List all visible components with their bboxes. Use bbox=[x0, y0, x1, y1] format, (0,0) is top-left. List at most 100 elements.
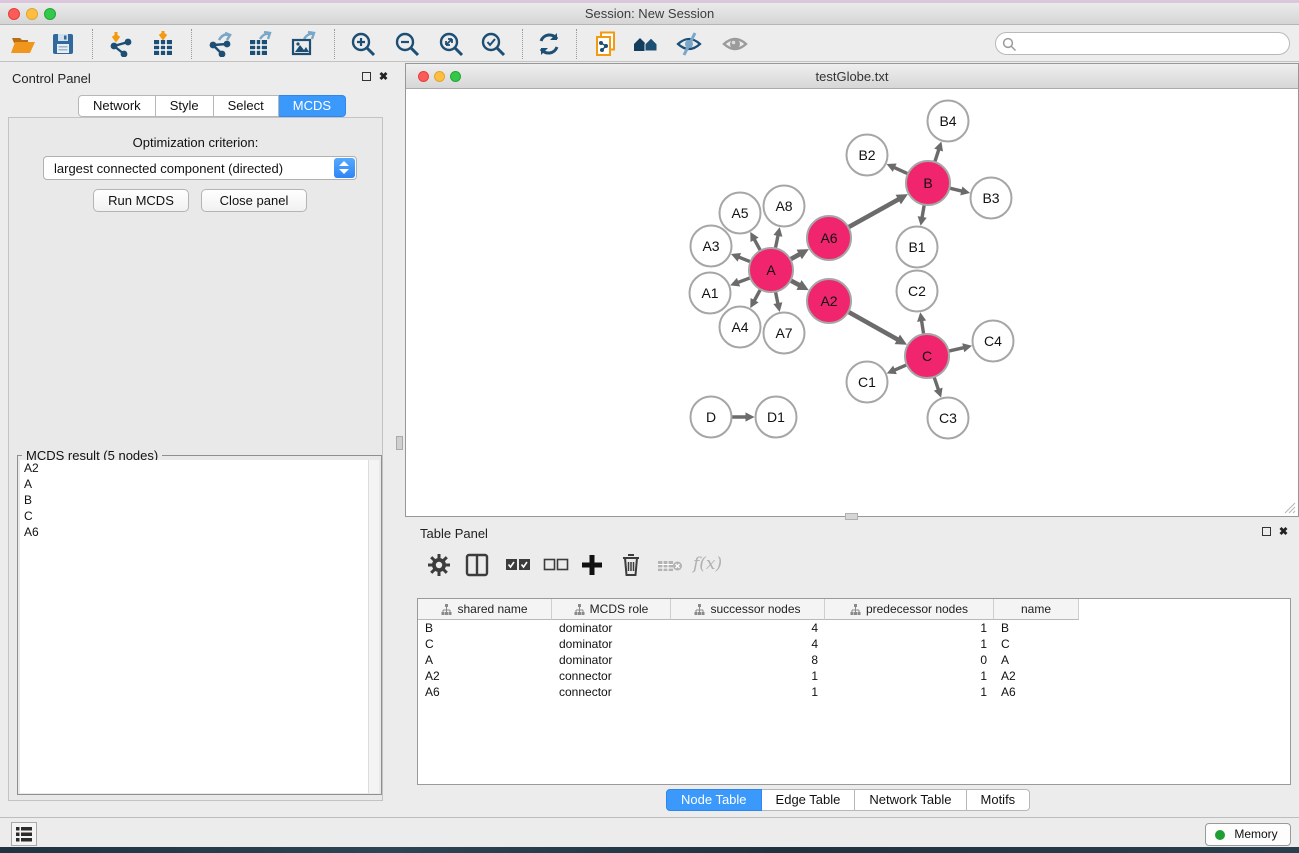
unselect-all-columns-icon[interactable] bbox=[543, 558, 569, 572]
close-traffic-light[interactable] bbox=[8, 8, 20, 20]
network-minimize-traffic-light[interactable] bbox=[434, 71, 445, 82]
show-all-icon[interactable] bbox=[722, 31, 748, 57]
criterion-dropdown[interactable]: largest connected component (directed) bbox=[43, 156, 357, 180]
open-session-icon[interactable] bbox=[10, 31, 36, 57]
task-list-icon bbox=[12, 823, 36, 845]
float-panel-icon[interactable] bbox=[361, 72, 372, 83]
table-row[interactable]: A2connector11A2 bbox=[418, 668, 1079, 684]
column-type-icon bbox=[574, 604, 585, 615]
zoom-fit-icon[interactable] bbox=[438, 31, 464, 57]
minimize-traffic-light[interactable] bbox=[26, 8, 38, 20]
select-all-columns-icon[interactable] bbox=[505, 558, 531, 572]
table-row[interactable]: A6connector11A6 bbox=[418, 684, 1079, 700]
node-label: A3 bbox=[702, 238, 719, 254]
network-graph-canvas[interactable]: B4B2BB3A5A8A6B1A3AC2A1A2A4A7C4CC1DD1C3 bbox=[406, 89, 1298, 516]
column-header[interactable]: name bbox=[994, 599, 1079, 620]
table-cell: A bbox=[418, 652, 552, 668]
node-label: C1 bbox=[858, 374, 876, 390]
zoom-in-icon[interactable] bbox=[350, 31, 376, 57]
export-table-icon[interactable] bbox=[247, 31, 273, 57]
create-new-column-icon[interactable] bbox=[580, 553, 604, 577]
result-list-item[interactable]: A2 bbox=[20, 460, 369, 476]
close-table-panel-icon[interactable]: ✖ bbox=[1278, 527, 1289, 538]
import-table-icon[interactable] bbox=[150, 31, 176, 57]
column-type-icon bbox=[850, 604, 861, 615]
node-table-header: shared nameMCDS rolesuccessor nodesprede… bbox=[418, 599, 1079, 620]
import-network-icon[interactable] bbox=[108, 31, 134, 57]
tab-select[interactable]: Select bbox=[214, 95, 279, 117]
zoom-out-icon[interactable] bbox=[394, 31, 420, 57]
delete-columns-icon[interactable] bbox=[619, 553, 643, 577]
search-box[interactable] bbox=[995, 32, 1290, 55]
search-input[interactable] bbox=[1020, 34, 1280, 53]
edge-arrowhead-icon bbox=[918, 216, 927, 226]
show-columns-icon[interactable] bbox=[465, 553, 489, 577]
close-panel-icon[interactable]: ✖ bbox=[378, 72, 389, 83]
window-resize-grip[interactable] bbox=[1284, 502, 1296, 514]
table-cell: 4 bbox=[671, 636, 825, 652]
table-row[interactable]: Bdominator41B bbox=[418, 620, 1079, 636]
tab-node-table[interactable]: Node Table bbox=[666, 789, 762, 811]
window-title: Session: New Session bbox=[0, 3, 1299, 25]
result-list-item[interactable]: A bbox=[20, 476, 369, 492]
tab-network[interactable]: Network bbox=[78, 95, 156, 117]
table-cell: 4 bbox=[671, 620, 825, 636]
node-table-body: Bdominator41BCdominator41CAdominator80AA… bbox=[418, 620, 1079, 700]
table-row[interactable]: Adominator80A bbox=[418, 652, 1079, 668]
node-label: D1 bbox=[767, 409, 785, 425]
search-icon bbox=[1002, 37, 1017, 52]
column-header[interactable]: MCDS role bbox=[552, 599, 671, 620]
tab-motifs[interactable]: Motifs bbox=[967, 789, 1031, 811]
hide-selected-icon[interactable] bbox=[676, 31, 702, 57]
node-label: A7 bbox=[775, 325, 792, 341]
table-cell: dominator bbox=[552, 636, 671, 652]
table-cell: B bbox=[994, 620, 1079, 636]
table-settings-gear-icon[interactable] bbox=[427, 553, 451, 577]
column-header[interactable]: predecessor nodes bbox=[825, 599, 994, 620]
tab-edge-table[interactable]: Edge Table bbox=[762, 789, 856, 811]
zoom-traffic-light[interactable] bbox=[44, 8, 56, 20]
network-zoom-traffic-light[interactable] bbox=[450, 71, 461, 82]
result-list-item[interactable]: A6 bbox=[20, 524, 369, 540]
column-header[interactable]: successor nodes bbox=[671, 599, 825, 620]
first-neighbors-icon[interactable] bbox=[633, 31, 659, 57]
column-type-icon bbox=[694, 604, 705, 615]
export-network-icon[interactable] bbox=[207, 31, 233, 57]
result-scrollbar[interactable] bbox=[368, 460, 379, 793]
node-label: A bbox=[766, 262, 776, 278]
run-mcds-button[interactable]: Run MCDS bbox=[93, 189, 189, 212]
apply-layout-icon[interactable] bbox=[536, 31, 562, 57]
table-cell: 1 bbox=[825, 684, 994, 700]
mcds-result-list[interactable]: A2ABCA6 bbox=[20, 460, 369, 793]
zoom-selected-icon[interactable] bbox=[480, 31, 506, 57]
node-label: A1 bbox=[701, 285, 718, 301]
column-header[interactable]: shared name bbox=[418, 599, 552, 620]
tab-network-table[interactable]: Network Table bbox=[855, 789, 966, 811]
node-label: B3 bbox=[982, 190, 999, 206]
float-table-panel-icon[interactable] bbox=[1261, 527, 1272, 538]
tab-mcds[interactable]: MCDS bbox=[279, 95, 346, 117]
window-titlebar: Session: New Session bbox=[0, 3, 1299, 25]
task-monitor-button[interactable] bbox=[11, 822, 37, 846]
panel-splitter-handle[interactable] bbox=[396, 436, 403, 450]
table-cell: 1 bbox=[825, 668, 994, 684]
memory-button[interactable]: Memory bbox=[1205, 823, 1291, 846]
node-label: D bbox=[706, 409, 716, 425]
node-label: A2 bbox=[820, 293, 837, 309]
table-cell: 1 bbox=[671, 684, 825, 700]
table-panel-title: Table Panel bbox=[420, 526, 488, 541]
save-session-icon[interactable] bbox=[50, 31, 76, 57]
table-row[interactable]: Cdominator41C bbox=[418, 636, 1079, 652]
network-close-traffic-light[interactable] bbox=[418, 71, 429, 82]
edge-arrowhead-icon bbox=[962, 343, 972, 352]
node-table[interactable]: shared nameMCDS rolesuccessor nodesprede… bbox=[417, 598, 1291, 785]
result-list-item[interactable]: C bbox=[20, 508, 369, 524]
result-list-item[interactable]: B bbox=[20, 492, 369, 508]
new-network-from-selection-icon[interactable] bbox=[594, 31, 620, 57]
export-image-icon[interactable] bbox=[290, 31, 316, 57]
table-cell: 0 bbox=[825, 652, 994, 668]
close-panel-button[interactable]: Close panel bbox=[201, 189, 307, 212]
tab-style[interactable]: Style bbox=[156, 95, 214, 117]
edge-arrowhead-icon bbox=[960, 186, 970, 195]
mcds-result-box: MCDS result (5 nodes) A2ABCA6 bbox=[17, 455, 382, 795]
